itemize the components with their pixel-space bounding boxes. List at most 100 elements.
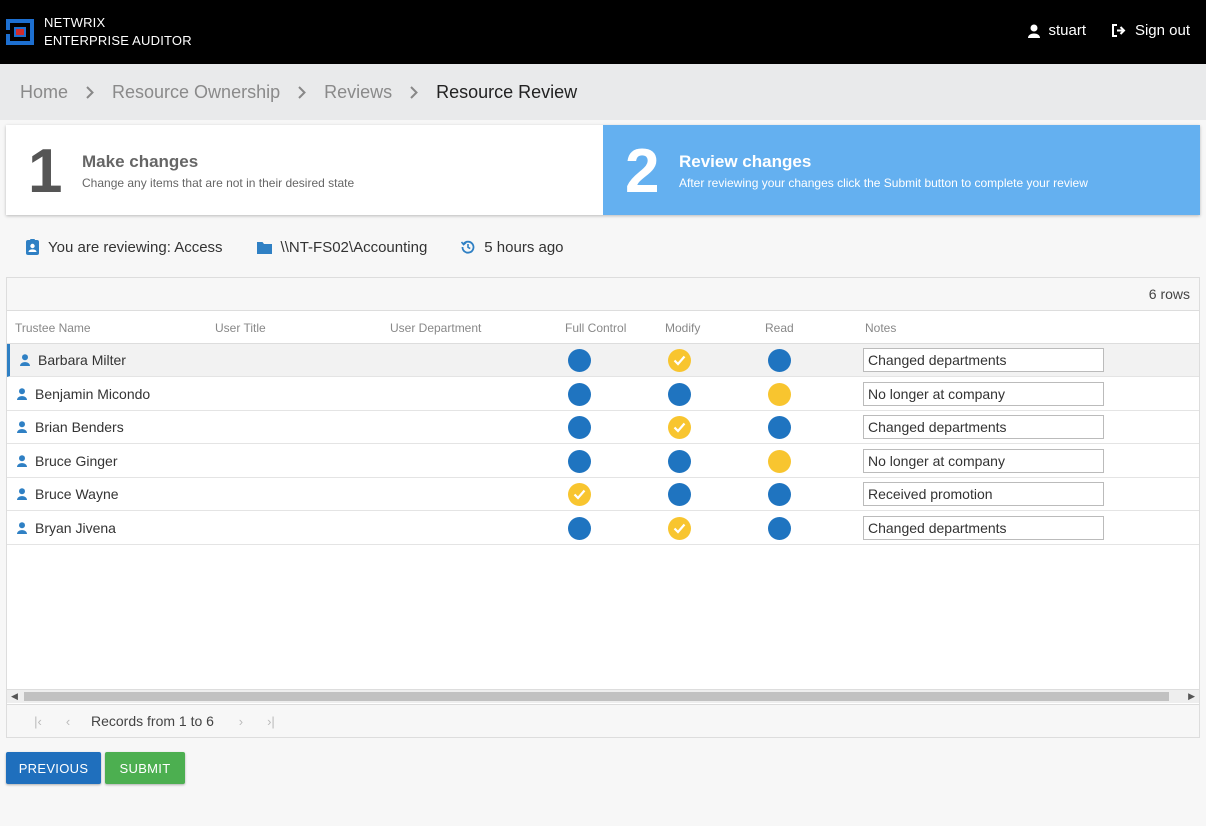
breadcrumb-reviews[interactable]: Reviews — [324, 82, 392, 103]
modify-status[interactable] — [668, 416, 691, 439]
step-title: Review changes — [679, 152, 812, 171]
username: stuart — [1048, 22, 1086, 39]
trustee-name-cell: Bryan Jivena — [17, 520, 116, 536]
breadcrumb: Home Resource Ownership Reviews Resource… — [0, 64, 1206, 120]
chevron-right-icon — [298, 85, 307, 99]
step-title: Make changes — [82, 152, 199, 171]
col-notes[interactable]: Notes — [865, 321, 896, 335]
read-status[interactable] — [768, 382, 791, 406]
col-modify[interactable]: Modify — [665, 321, 700, 335]
notes-input[interactable] — [863, 415, 1104, 439]
col-trustee-name[interactable]: Trustee Name — [15, 321, 91, 335]
full-control-status[interactable] — [568, 516, 591, 540]
step-number: 1 — [28, 137, 63, 206]
next-page-icon[interactable]: › — [226, 714, 256, 729]
step-review-changes: 2 Review changes After reviewing your ch… — [603, 125, 1200, 215]
scroll-left-icon[interactable]: ◀ — [11, 692, 18, 702]
read-status[interactable] — [768, 416, 791, 439]
step-description: After reviewing your changes click the S… — [679, 176, 1088, 190]
time-text: 5 hours ago — [484, 238, 564, 256]
col-read[interactable]: Read — [765, 321, 794, 335]
user-menu[interactable]: stuart — [1028, 22, 1086, 39]
netwrix-logo-icon — [6, 19, 34, 45]
submit-button[interactable]: SUBMIT — [105, 752, 185, 784]
first-page-icon[interactable]: |‹ — [23, 714, 53, 729]
modify-status[interactable] — [668, 382, 691, 406]
full-control-status[interactable] — [568, 416, 591, 439]
check-icon — [673, 523, 686, 534]
trustee-name-cell: Benjamin Micondo — [17, 386, 150, 402]
col-user-title[interactable]: User Title — [215, 321, 266, 335]
notes-input[interactable] — [863, 448, 1104, 473]
table-row[interactable]: Bryan Jivena — [7, 512, 1199, 545]
col-user-department[interactable]: User Department — [390, 321, 481, 335]
check-icon — [673, 355, 686, 366]
breadcrumb-resource-ownership[interactable]: Resource Ownership — [112, 82, 280, 103]
breadcrumb-current: Resource Review — [436, 81, 578, 102]
grid-toolbar: 6 rows — [7, 278, 1199, 311]
col-full-control[interactable]: Full Control — [565, 321, 626, 335]
full-control-status[interactable] — [568, 382, 591, 406]
full-control-status[interactable] — [568, 349, 591, 372]
chevron-right-icon — [410, 85, 419, 99]
reviewing-text: You are reviewing: Access — [48, 238, 223, 256]
read-status[interactable] — [768, 449, 791, 473]
step-number: 2 — [625, 137, 660, 206]
trustee-name: Brian Benders — [35, 419, 124, 435]
breadcrumb-home[interactable]: Home — [20, 82, 68, 103]
review-info-bar: You are reviewing: Access \\NT-FS02\Acco… — [26, 236, 598, 258]
review-grid: 6 rows Trustee Name User Title User Depa… — [6, 277, 1200, 738]
last-updated: 5 hours ago — [461, 238, 564, 256]
pager: |‹ ‹ Records from 1 to 6 › ›| — [7, 704, 1199, 737]
brand-line-2: ENTERPRISE AUDITOR — [44, 33, 192, 48]
read-status[interactable] — [768, 349, 791, 372]
notes-input[interactable] — [863, 381, 1104, 406]
sign-out-button[interactable]: Sign out — [1111, 22, 1190, 39]
full-control-status[interactable] — [568, 483, 591, 506]
notes-input[interactable] — [863, 348, 1104, 372]
modify-status[interactable] — [668, 483, 691, 506]
modify-status[interactable] — [668, 349, 691, 372]
read-status[interactable] — [768, 483, 791, 506]
notes-input[interactable] — [863, 515, 1104, 540]
table-row[interactable]: Barbara Milter — [7, 344, 1199, 377]
top-bar: NETWRIX ENTERPRISE AUDITOR stuart Sign o… — [0, 0, 1206, 64]
user-icon — [17, 521, 27, 534]
table-row[interactable]: Benjamin Micondo — [7, 378, 1199, 411]
resource-path: \\NT-FS02\Accounting — [256, 239, 427, 256]
grid-header: Trustee Name User Title User Department … — [7, 311, 1199, 344]
full-control-status[interactable] — [568, 449, 591, 473]
scrollbar-thumb[interactable] — [24, 692, 1169, 701]
scroll-right-icon[interactable]: ▶ — [1188, 692, 1195, 702]
user-icon — [1028, 24, 1041, 38]
trustee-name: Bruce Ginger — [35, 452, 118, 469]
horizontal-scrollbar[interactable]: ◀ ▶ — [7, 689, 1199, 703]
history-icon — [461, 240, 475, 254]
trustee-name: Bruce Wayne — [35, 486, 119, 502]
brand-name: NETWRIX ENTERPRISE AUDITOR — [44, 14, 192, 50]
user-icon — [20, 354, 30, 366]
user-icon — [17, 454, 27, 467]
modify-status[interactable] — [668, 516, 691, 540]
previous-page-icon[interactable]: ‹ — [53, 714, 83, 729]
table-row[interactable]: Bruce Ginger — [7, 445, 1199, 478]
brand-line-1: NETWRIX — [44, 15, 106, 30]
previous-button[interactable]: PREVIOUS — [6, 752, 101, 784]
chevron-right-icon — [86, 85, 94, 99]
read-status[interactable] — [768, 516, 791, 540]
table-row[interactable]: Brian Benders — [7, 411, 1199, 444]
check-icon — [673, 422, 686, 433]
wizard-steps: 1 Make changes Change any items that are… — [6, 125, 1200, 215]
trustee-name: Barbara Milter — [38, 352, 126, 368]
check-icon — [573, 489, 586, 500]
step-make-changes: 1 Make changes Change any items that are… — [6, 125, 603, 215]
modify-status[interactable] — [668, 449, 691, 473]
trustee-name-cell: Barbara Milter — [20, 352, 126, 368]
sign-out-icon — [1111, 24, 1126, 37]
notes-input[interactable] — [863, 482, 1104, 506]
table-row[interactable]: Bruce Wayne — [7, 478, 1199, 511]
trustee-name-cell: Bruce Wayne — [17, 486, 119, 502]
last-page-icon[interactable]: ›| — [256, 714, 286, 729]
pager-text: Records from 1 to 6 — [91, 713, 214, 729]
trustee-name-cell: Brian Benders — [17, 419, 124, 435]
